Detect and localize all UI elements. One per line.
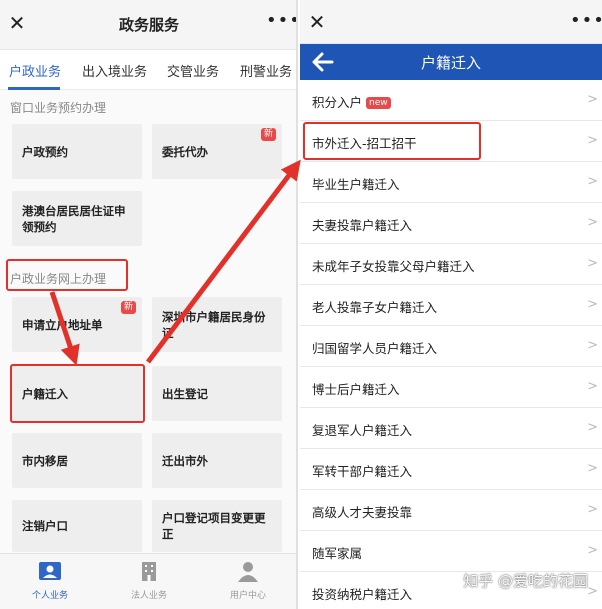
card-intra-city-move[interactable]: 市内移居 (12, 433, 142, 488)
nav-label: 用户中心 (229, 591, 266, 601)
new-tag: new (366, 97, 391, 109)
list-item-label: 高级人才夫妻投靠 (312, 505, 413, 520)
card-label: 注销户口 (22, 519, 68, 533)
nav-user-center[interactable]: 用户中心 (198, 554, 296, 609)
more-icon[interactable]: ••• (570, 10, 602, 32)
chevron-right-icon: > (587, 461, 598, 476)
user-icon (238, 562, 258, 582)
chevron-right-icon: > (587, 420, 598, 435)
chevron-right-icon: > (587, 379, 598, 394)
list-item-label: 随军家属 (312, 546, 363, 561)
list-item-elderly[interactable]: 老人投靠子女户籍迁入 > (300, 285, 602, 326)
tab-jiaoguan[interactable]: 交管业务 (167, 61, 219, 80)
screenshot-root: ✕ 政务服务 ••• 户政业务 出入境业务 交管业务 刑警业务 窗口业务预约办理… (0, 0, 602, 609)
nav-corporate[interactable]: 法人业务 (99, 554, 199, 609)
card-label: 委托代办 (162, 144, 208, 159)
card-huzheng-booking[interactable]: 户政预约 (12, 124, 142, 179)
list-item-points[interactable]: 积分入户 new > (300, 80, 602, 121)
list-item-spouse[interactable]: 夫妻投靠户籍迁入 > (300, 203, 602, 244)
tab-huzheng[interactable]: 户政业务 (9, 61, 61, 80)
highlight-box-online-section (6, 259, 128, 291)
list-item-talent-spouse[interactable]: 高级人才夫妻投靠 > (300, 490, 602, 531)
list-item-postdoc[interactable]: 博士后户籍迁入 > (300, 367, 602, 408)
right-page-title: 户籍迁入 (420, 54, 481, 72)
person-card-icon (39, 562, 61, 580)
chevron-right-icon: > (587, 297, 598, 312)
card-label: 港澳台居民居住证申领预约 (22, 203, 126, 234)
chevron-right-icon: > (587, 502, 598, 517)
list-item-label: 积分入户 (312, 95, 363, 110)
chevron-right-icon: > (587, 133, 598, 148)
card-shenzhen-id[interactable]: 深圳市户籍居民身份证 (152, 297, 282, 352)
list-item-veteran[interactable]: 复退军人户籍迁入 > (300, 408, 602, 449)
card-label: 深圳市户籍居民身份证 (162, 309, 266, 340)
nav-personal[interactable]: 个人业务 (0, 554, 100, 609)
list-item-graduate[interactable]: 毕业生户籍迁入 > (300, 162, 602, 203)
list-item-label: 未成年子女投靠父母户籍迁入 (312, 259, 475, 274)
page-title: 政务服务 (118, 16, 179, 34)
list-item-label: 毕业生户籍迁入 (312, 177, 400, 192)
left-top-bar: ✕ 政务服务 ••• (0, 0, 296, 50)
tab-xingjing[interactable]: 刑警业务 (240, 61, 292, 80)
card-hukou-change[interactable]: 户口登记项目变更更正 (152, 500, 282, 552)
nav-label: 个人业务 (31, 591, 68, 601)
list-item-military-cadre[interactable]: 军转干部户籍迁入 > (300, 449, 602, 490)
list-item-military-family[interactable]: 随军家属 > (300, 531, 602, 572)
card-address-form[interactable]: 申请立户地址单 新 (12, 297, 142, 352)
right-top-bar: ✕ ••• (300, 0, 602, 44)
watermark: 知乎 @爱吃的花园 (463, 572, 588, 590)
right-panel: ✕ ••• 户籍迁入 积分入户 new > 市外迁入-招工招干 > 毕业生户籍迁入… (300, 0, 602, 609)
card-label: 申请立户地址单 (22, 317, 103, 332)
chevron-right-icon: > (587, 338, 598, 353)
chevron-right-icon: > (587, 256, 598, 271)
list-item-label: 老人投靠子女户籍迁入 (312, 300, 438, 315)
card-label: 户口登记项目变更更正 (162, 511, 266, 541)
card-label: 户政预约 (22, 144, 68, 159)
chevron-right-icon: > (587, 92, 598, 107)
card-move-out-city[interactable]: 迁出市外 (152, 433, 282, 488)
chevron-right-icon: > (587, 543, 598, 558)
card-entrusted-agent[interactable]: 委托代办 新 (152, 124, 282, 179)
nav-label: 法人业务 (130, 591, 167, 601)
list-item-label: 夫妻投靠户籍迁入 (312, 218, 413, 233)
right-header: 户籍迁入 (300, 44, 602, 80)
section-window-booking: 窗口业务预约办理 (10, 101, 107, 115)
list-item-label: 博士后户籍迁入 (312, 382, 400, 397)
left-panel: ✕ 政务服务 ••• 户政业务 出入境业务 交管业务 刑警业务 窗口业务预约办理… (0, 0, 298, 609)
highlight-box-huji-qianru (10, 364, 145, 423)
list-item-label: 复退军人户籍迁入 (312, 423, 413, 438)
new-badge: 新 (120, 301, 136, 314)
card-birth-registration[interactable]: 出生登记 (152, 366, 282, 421)
card-hk-macau-tw-permit[interactable]: 港澳台居民居住证申领预约 (12, 191, 142, 246)
close-icon[interactable]: ✕ (306, 11, 328, 33)
chevron-right-icon: > (587, 174, 598, 189)
card-label: 迁出市外 (162, 453, 208, 468)
active-tab-indicator (8, 87, 60, 90)
bottom-nav: 个人业务 法人业务 用户中心 (0, 553, 296, 609)
highlight-box-recruitment (303, 122, 481, 160)
card-cancel-hukou[interactable]: 注销户口 (12, 500, 142, 552)
new-badge: 新 (260, 128, 276, 141)
list-item-label: 投资纳税户籍迁入 (312, 587, 413, 602)
building-icon (142, 562, 156, 581)
tab-churujing[interactable]: 出入境业务 (82, 61, 147, 80)
list-item-label: 军转干部户籍迁入 (312, 464, 413, 479)
more-icon[interactable]: ••• (266, 10, 296, 32)
business-tabs: 户政业务 出入境业务 交管业务 刑警业务 (0, 50, 296, 90)
chevron-right-icon: > (587, 215, 598, 230)
card-label: 出生登记 (162, 386, 208, 401)
card-label: 市内移居 (22, 453, 68, 468)
list-item-returned-students[interactable]: 归国留学人员户籍迁入 > (300, 326, 602, 367)
list-item-label: 归国留学人员户籍迁入 (312, 341, 438, 356)
list-item-minor-child[interactable]: 未成年子女投靠父母户籍迁入 > (300, 244, 602, 285)
chevron-right-icon: > (587, 584, 598, 599)
